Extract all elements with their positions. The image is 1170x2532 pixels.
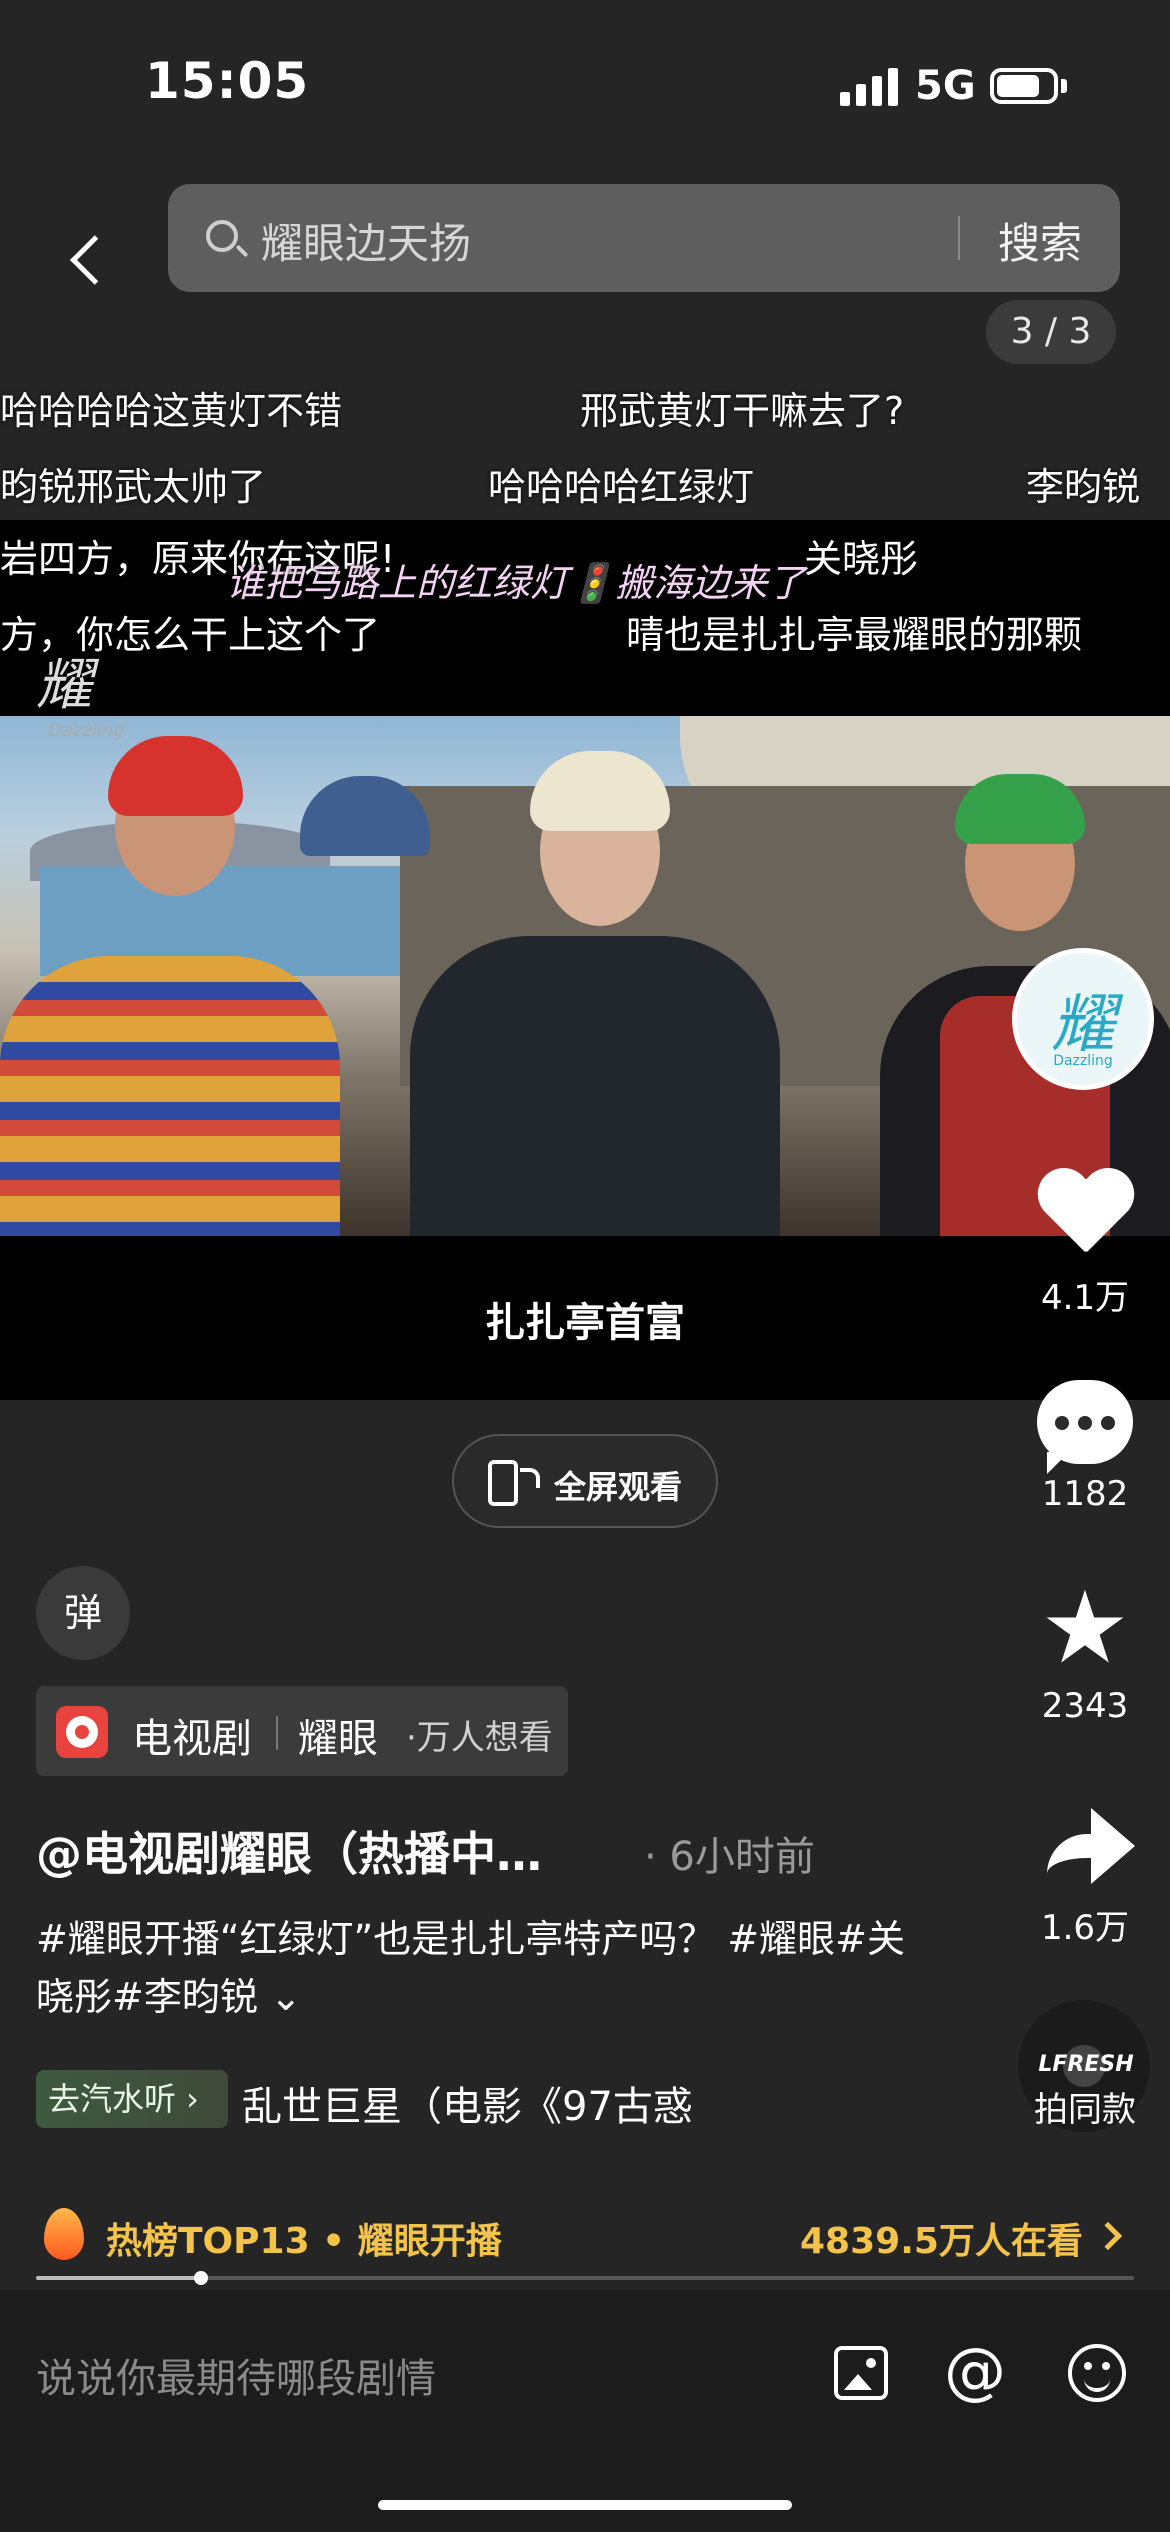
post-time: · 6小时前 [644,1834,815,1880]
rotate-phone-icon [488,1460,540,1506]
avatar-logo-sub: Dazzling [1053,1053,1113,1069]
favorite-count: 2343 [1041,1686,1129,1726]
danmaku-comment: 邢武黄灯干嘛去了? [580,389,905,433]
search-button[interactable]: 搜索 [998,210,1082,271]
comment-count: 1182 [1041,1474,1129,1514]
at-icon[interactable]: @ [944,2334,1006,2407]
post-caption[interactable]: #耀眼开播“红绿灯”也是扎扎亭特产吗？ #耀眼#关晓彤#李昀锐 ⌄ [36,1910,916,2026]
viewer-count: 4839.5万人在看 [800,2221,1083,2262]
same-style-button[interactable]: 拍同款 [1000,2082,1170,2131]
like-button[interactable]: 4.1万 [1000,1170,1170,1319]
progress-fill [36,2276,201,2280]
fullscreen-button[interactable]: 全屏观看 [452,1434,718,1528]
danmaku-comment: 昀锐邢武太帅了 [0,465,267,509]
share-button[interactable]: 1.6万 [1000,1800,1170,1949]
danmaku-comment: 晴也是扎扎亭最耀眼的那颗 [626,613,1083,657]
music-title[interactable]: 乱世巨星（电影《97古惑 [242,2074,762,2132]
emoji-icon[interactable] [1068,2344,1126,2402]
network-type: 5G [915,63,976,109]
avatar-logo: 耀 [1051,988,1115,1062]
listen-on-qishui-button[interactable]: 去汽水听 › [36,2070,228,2128]
battery-tip [1061,79,1067,93]
danmaku-comment: 谁把马路上的红绿灯🚦搬海边来了 [226,561,806,605]
progress-thumb[interactable] [193,2271,208,2285]
back-button[interactable] [40,205,100,275]
hot-ranking-text: 热榜TOP13 • 耀眼开播 [106,2221,502,2262]
danmaku-toggle-button[interactable]: 弹 [36,1566,130,1660]
music-disc-label: LFRESH [1038,2052,1134,2077]
tag-label: 电视剧 [132,1716,252,1762]
screen: 15:05 5G 耀眼边天扬 搜索 3 / 3 哈哈哈哈这黄灯不错 邢武黄灯干嘛… [0,0,1170,2532]
star-icon: ★ [1040,1569,1130,1686]
tag-meta: ·万人想看 [406,1718,553,1758]
video-subtitle: 扎扎亭首富 [485,1300,685,1346]
flame-icon [44,2208,84,2260]
share-count: 1.6万 [1040,1908,1130,1948]
signal-icon [840,66,898,106]
danmaku-comment: 哈哈哈哈这黄灯不错 [0,389,343,433]
video-frame [0,716,1170,1236]
danmaku-comment: 李昀锐 [1026,465,1141,509]
search-icon [206,220,238,252]
tag-divider [276,1716,278,1750]
tv-series-icon [56,1706,108,1758]
danmaku-comment: 方，你怎么干上这个了 [0,613,381,657]
status-time: 15:05 [145,52,310,110]
comment-icon [1037,1380,1133,1474]
page-indicator: 3 / 3 [986,300,1116,364]
search-bar[interactable]: 耀眼边天扬 搜索 [168,184,1120,292]
creator-avatar[interactable]: 耀 Dazzling [1012,948,1154,1090]
search-divider [958,216,960,260]
hot-ranking-bar[interactable]: 热榜TOP13 • 耀眼开播 4839.5万人在看 [0,2196,1170,2276]
favorite-button[interactable]: ★ 2343 [1000,1569,1170,1727]
comment-input[interactable]: 说说你最期待哪段剧情 [36,2346,436,2404]
chevron-right-icon [1093,2221,1123,2251]
battery-icon [990,68,1058,104]
image-icon[interactable] [834,2346,888,2400]
heart-icon [1035,1170,1135,1260]
danmaku-comment: 哈哈哈哈红绿灯 [488,465,755,509]
series-tag[interactable]: 电视剧 耀眼 ·万人想看 [36,1686,568,1776]
tag-name: 耀眼 [298,1716,378,1762]
video-watermark-sub: Dazzling [48,720,125,741]
comment-button[interactable]: 1182 [1000,1380,1170,1514]
home-indicator [378,2500,792,2510]
author-name[interactable]: @电视剧耀眼（热播中… [36,1818,542,1884]
search-input[interactable]: 耀眼边天扬 [261,210,471,271]
fullscreen-label: 全屏观看 [554,1468,683,1506]
video-progress-bar[interactable] [36,2271,1134,2285]
danmaku-comment: 关晓彤 [804,537,919,581]
like-count: 4.1万 [1040,1278,1130,1318]
comment-bar: 说说你最期待哪段剧情 @ [0,2290,1170,2532]
share-icon [1035,1800,1135,1890]
